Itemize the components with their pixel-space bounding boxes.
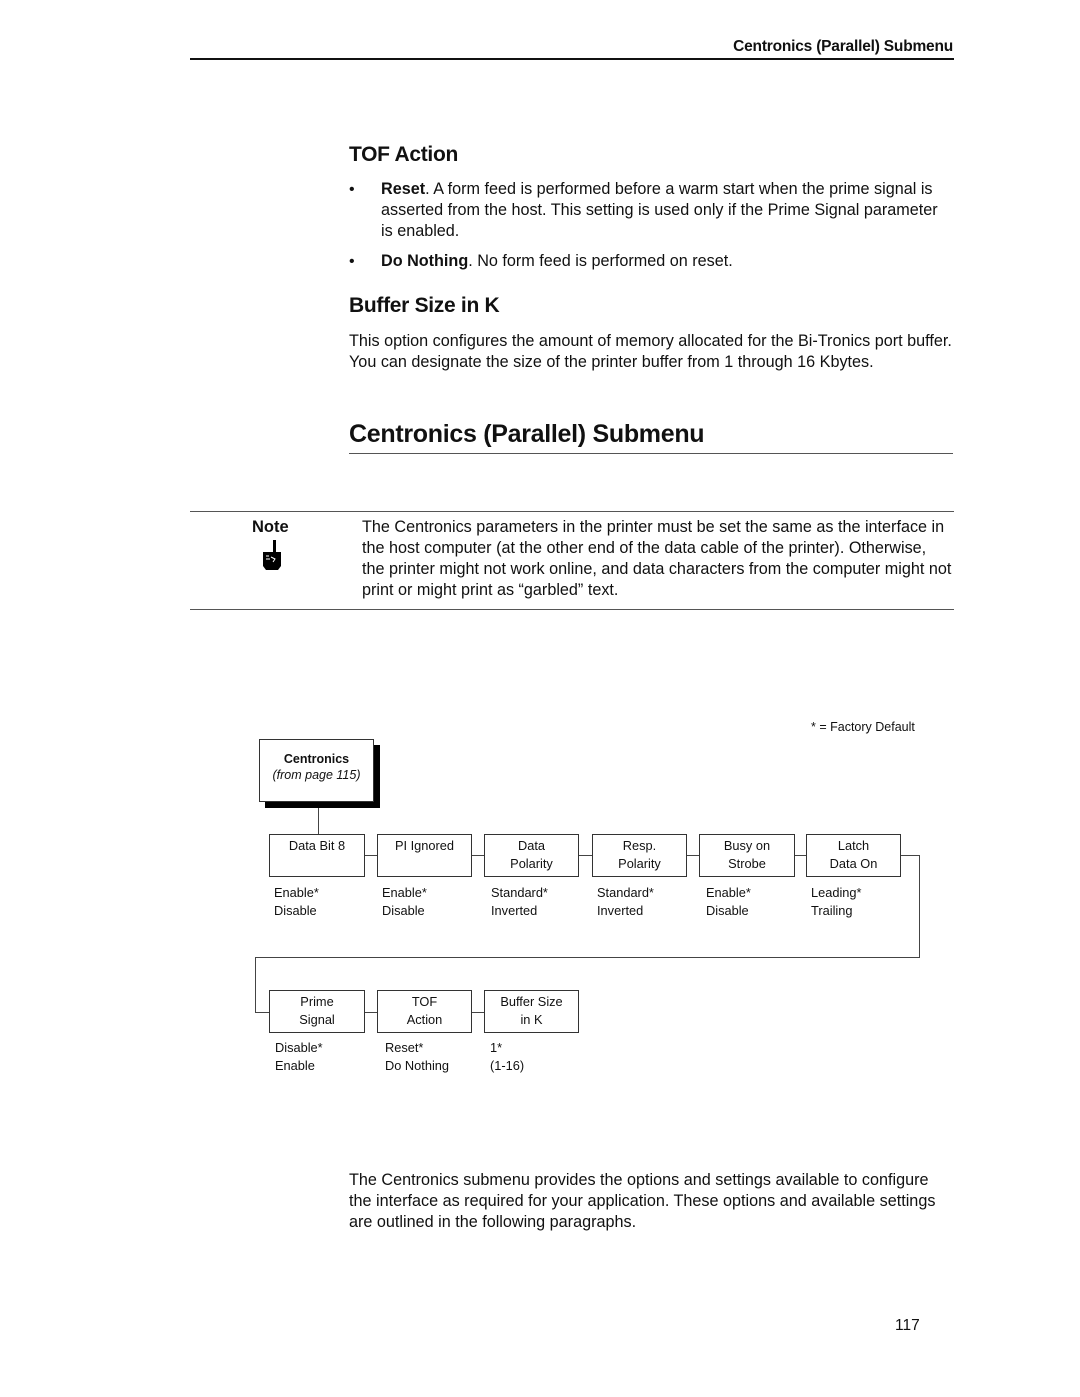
options-prime-signal: Disable* Enable xyxy=(275,1039,323,1075)
option-default: Enable* xyxy=(274,885,319,900)
options-data-bit-8: Enable* Disable xyxy=(274,884,319,920)
options-latch-data-on: Leading* Trailing xyxy=(811,884,862,920)
option: (1-16) xyxy=(490,1058,525,1073)
option-default: Reset* xyxy=(385,1040,424,1055)
closing-paragraph: The Centronics submenu provides the opti… xyxy=(349,1171,936,1231)
menu-box-label: Data xyxy=(517,838,546,853)
menu-box-label: Resp. xyxy=(622,838,657,853)
option: Disable xyxy=(274,903,317,918)
menu-box-label: Polarity xyxy=(510,856,553,871)
option: Trailing xyxy=(811,903,853,918)
options-busy-on-strobe: Enable* Disable xyxy=(706,884,751,920)
options-pi-ignored: Enable* Disable xyxy=(382,884,427,920)
menu-box-buffer-size: Buffer Size in K xyxy=(484,990,579,1033)
option-default: 1* xyxy=(490,1040,503,1055)
menu-box-pi-ignored: PI Ignored xyxy=(377,834,472,877)
option: Do Nothing xyxy=(385,1058,450,1073)
root-title: Centronics xyxy=(283,752,350,766)
option-default: Enable* xyxy=(706,885,751,900)
options-buffer-size: 1* (1-16) xyxy=(490,1039,524,1075)
option: Inverted xyxy=(491,903,538,918)
menu-box-resp-polarity: Resp. Polarity xyxy=(592,834,687,877)
centronics-root-box: Centronics (from page 115) xyxy=(259,739,374,802)
options-resp-polarity: Standard* Inverted xyxy=(597,884,654,920)
option: Enable xyxy=(275,1058,315,1073)
connector-wrap xyxy=(255,855,920,1013)
option: Disable xyxy=(706,903,749,918)
menu-box-prime-signal: Prime Signal xyxy=(269,990,365,1033)
menu-box-label: Strobe xyxy=(728,856,766,871)
option-default: Enable* xyxy=(382,885,427,900)
menu-box-label: in K xyxy=(520,1012,543,1027)
menu-box-label: Polarity xyxy=(618,856,661,871)
menu-box-data-bit-8: Data Bit 8 xyxy=(269,834,365,877)
menu-box-label: TOF xyxy=(411,994,438,1009)
option-default: Standard* xyxy=(597,885,654,900)
option-default: Leading* xyxy=(811,885,862,900)
menu-box-label: Action xyxy=(406,1012,443,1027)
menu-box-busy-on-strobe: Busy on Strobe xyxy=(699,834,795,877)
menu-box-label: Data Bit 8 xyxy=(288,838,346,853)
menu-box-label: Latch xyxy=(837,838,870,853)
menu-box-label: Buffer Size xyxy=(500,994,563,1009)
menu-box-tof-action: TOF Action xyxy=(377,990,472,1033)
menu-box-label: Prime xyxy=(300,994,334,1009)
menu-box-latch-data-on: Latch Data On xyxy=(806,834,901,877)
menu-box-label: Data On xyxy=(829,856,878,871)
option-default: Standard* xyxy=(491,885,548,900)
menu-box-label: Busy on xyxy=(723,838,771,853)
menu-box-label: Signal xyxy=(299,1012,335,1027)
options-data-polarity: Standard* Inverted xyxy=(491,884,548,920)
options-tof-action: Reset* Do Nothing xyxy=(385,1039,449,1075)
option: Disable xyxy=(382,903,425,918)
menu-box-data-polarity: Data Polarity xyxy=(484,834,579,877)
root-subtitle: (from page 115) xyxy=(272,768,361,782)
option: Inverted xyxy=(597,903,644,918)
menu-box-label: PI Ignored xyxy=(394,838,455,853)
page-number: 117 xyxy=(895,1317,920,1334)
option-default: Disable* xyxy=(275,1040,323,1055)
